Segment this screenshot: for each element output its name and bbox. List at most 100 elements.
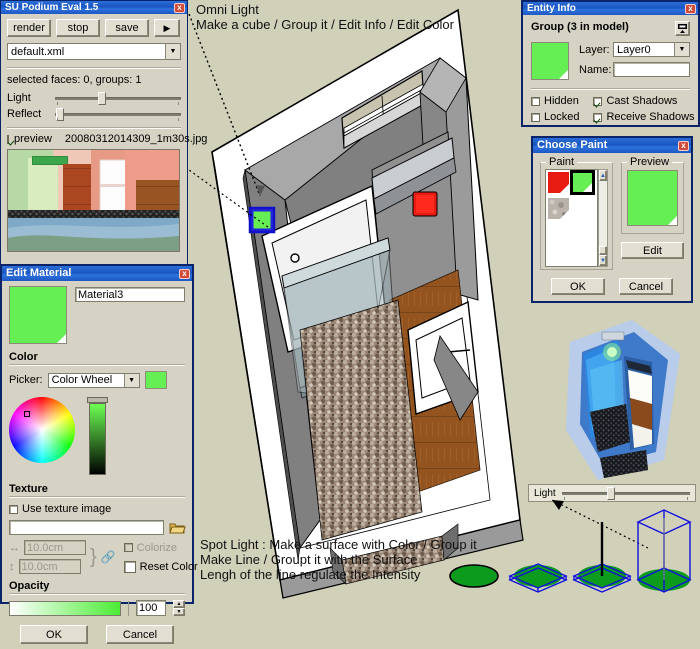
use-texture-label: Use texture image [22,503,112,515]
picker-value: Color Wheel [51,374,113,386]
scroll-up-icon[interactable]: ▲ [599,170,607,181]
receive-shadows-row[interactable]: Receive Shadows [593,111,695,123]
choose-paint-titlebar[interactable]: Choose Paint x [533,138,691,153]
sketchup-viewport[interactable] [188,0,540,604]
opacity-stepper[interactable]: ▲ ▼ [173,600,185,616]
preview-label: preview [14,133,52,145]
preview-filename: 20080312014309_1m30s.jpg [64,133,208,145]
entity-info-title: Entity Info [527,3,576,14]
close-icon[interactable]: x [174,2,185,13]
layer-value: Layer0 [617,43,651,56]
texture-width-value: 10.0cm [27,542,64,554]
layer-combo[interactable]: Layer0 ▼ [613,42,690,57]
preview-checkbox[interactable] [7,134,9,144]
use-texture-checkbox[interactable] [9,504,18,514]
light-slider[interactable] [55,92,181,105]
annotation-bottom: Spot Light : Make a surface with Color /… [200,537,477,582]
picker-label: Picker: [9,374,43,386]
paint-list-scrollbar[interactable]: ▲ ▼ [598,169,608,267]
value-slider[interactable] [87,397,108,475]
reset-color-checkbox[interactable] [123,560,136,573]
width-icon: ↔ [9,541,20,554]
cast-shadows-checkbox[interactable] [593,96,603,106]
entity-color-swatch[interactable] [531,42,569,80]
close-icon[interactable]: x [685,3,696,14]
cast-shadows-row[interactable]: Cast Shadows [593,95,694,107]
edit-paint-button[interactable]: Edit [621,242,684,259]
render-button[interactable]: render [7,19,51,37]
entity-info-panel[interactable]: Entity Info x Group (3 in model) Layer: … [521,0,700,127]
opacity-section-label: Opacity [9,580,50,592]
texture-path-field[interactable] [9,520,164,535]
close-icon[interactable]: x [678,140,689,151]
preset-combo[interactable]: default.xml ▼ [7,43,181,60]
chevron-down-icon[interactable]: ▼ [165,44,180,59]
use-texture-row[interactable]: Use texture image [9,503,185,515]
height-icon: ↕ [9,560,15,573]
reset-color-row[interactable]: Reset Color [123,560,198,573]
hidden-row[interactable]: Hidden [531,95,579,107]
night-render-thumbnail [560,312,690,484]
color-wheel[interactable] [9,397,75,463]
play-button[interactable]: ▶ [154,19,180,37]
edit-material-titlebar[interactable]: Edit Material x [2,266,192,281]
paint-swatch-red[interactable] [548,172,569,193]
light-slider-widget[interactable]: Light [528,484,696,502]
preset-value: default.xml [11,45,65,58]
choose-paint-ok-button[interactable]: OK [551,278,605,295]
texture-width-field[interactable]: 10.0cm [24,540,86,555]
link-brace-icon: } [90,546,97,568]
colorize-label: Colorize [136,541,177,554]
reflect-slider[interactable] [55,108,181,121]
stop-button[interactable]: stop [56,19,100,37]
name-field[interactable] [613,62,690,77]
annotation-bottom-line1: Spot Light : Make a surface with Color /… [200,537,477,552]
edit-material-title: Edit Material [6,267,72,279]
light-slider-widget-label: Light [534,487,556,499]
annotation-top: Omni Light Make a cube / Group it / Edit… [196,2,454,32]
receive-shadows-label: Receive Shadows [606,111,695,123]
save-button[interactable]: save [105,19,149,37]
locked-row[interactable]: Locked [531,111,579,123]
su-podium-panel[interactable]: SU Podium Eval 1.5 x render stop save ▶ … [0,0,207,266]
texture-section-label: Texture [9,483,48,495]
choose-paint-cancel-button[interactable]: Cancel [619,278,673,295]
opacity-value-field[interactable]: 100 [136,600,166,616]
folder-icon[interactable] [169,521,186,535]
paint-group: Paint ▲ ▼ [540,156,613,270]
su-podium-title: SU Podium Eval 1.5 [5,2,99,13]
chevron-down-icon[interactable]: ▼ [674,43,689,56]
entity-info-titlebar[interactable]: Entity Info x [523,2,698,15]
paint-swatch-stone[interactable] [548,198,569,219]
locked-checkbox[interactable] [531,112,540,122]
locked-label: Locked [544,111,580,123]
preview-group: Preview [621,156,684,234]
scroll-down-icon[interactable]: ▼ [599,255,607,266]
material-color-swatch[interactable] [9,286,67,344]
reflect-slider-label: Reflect [7,108,42,120]
hidden-checkbox[interactable] [531,96,540,106]
texture-height-field[interactable]: 10.0cm [18,559,81,574]
edit-material-dialog[interactable]: Edit Material x Material3 Color Picker: … [0,264,198,644]
edit-material-ok-button[interactable]: OK [20,625,88,644]
material-name-field[interactable]: Material3 [75,287,185,302]
annotation-bottom-line2: Make Line / Groupt it with the Surface [200,552,418,567]
chevron-down-icon[interactable]: ▼ [123,373,139,387]
light-slider-widget-track[interactable] [561,487,690,500]
expand-collapse-button[interactable] [675,21,690,36]
su-podium-titlebar[interactable]: SU Podium Eval 1.5 x [1,1,187,14]
chain-link-icon[interactable]: 🔗 [101,550,116,564]
light-slider-label: Light [7,92,31,104]
render-preview-image[interactable] [7,149,180,252]
picker-combo[interactable]: Color Wheel ▼ [47,372,140,388]
choose-paint-dialog[interactable]: Choose Paint x Paint ▲ ▼ Preview Edit OK… [531,136,693,303]
receive-shadows-checkbox[interactable] [593,112,603,122]
opacity-gradient-slider[interactable] [9,600,121,616]
spot-light-diagram [448,509,700,604]
paint-swatch-list[interactable] [545,169,598,267]
scrollbar-thumb[interactable] [599,246,607,255]
current-color-swatch [144,371,167,389]
edit-material-cancel-button[interactable]: Cancel [106,625,174,644]
close-icon[interactable]: x [179,268,190,279]
paint-swatch-green-selected[interactable] [570,170,595,195]
